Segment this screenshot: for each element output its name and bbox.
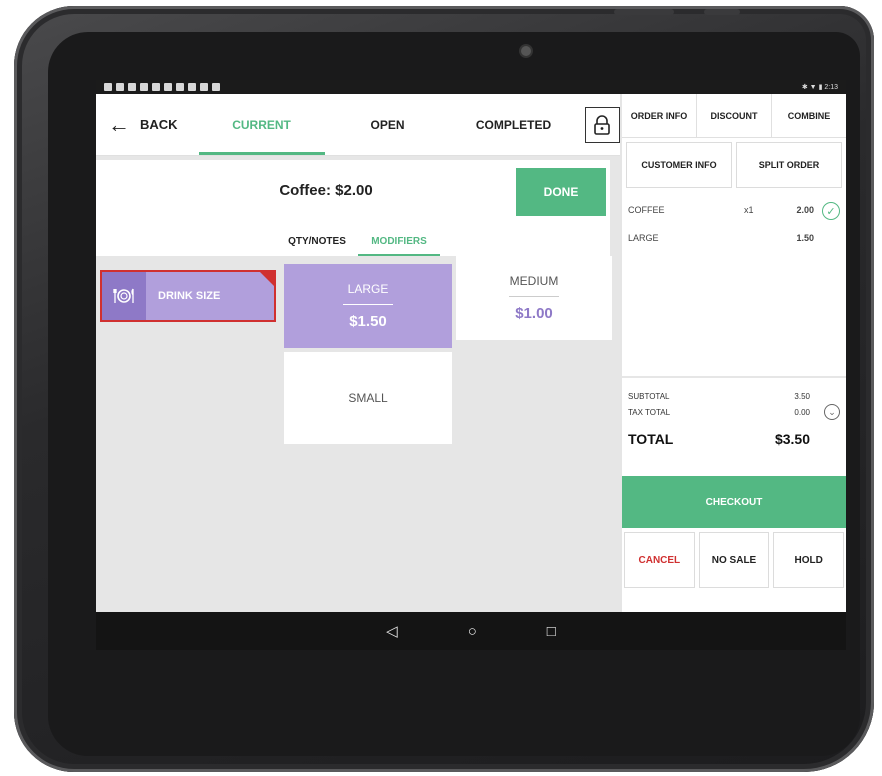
- split-order-button[interactable]: SPLIT ORDER: [736, 142, 842, 188]
- category-drink-size[interactable]: DRINK SIZE: [100, 270, 276, 322]
- status-right: ✱ ▼ ▮ 2:13: [802, 83, 838, 91]
- modifier-small[interactable]: SMALL: [284, 352, 452, 444]
- divider: [343, 304, 393, 305]
- modifier-medium[interactable]: MEDIUM $1.00: [456, 256, 612, 340]
- wifi-icon: ▼: [809, 84, 817, 91]
- power-button: [704, 9, 740, 15]
- tab-completed[interactable]: COMPLETED: [451, 94, 577, 155]
- total-row: TOTAL $3.50: [628, 420, 840, 450]
- modifier-price: $1.50: [349, 313, 387, 330]
- order-summary: ORDER INFO DISCOUNT COMBINE CUSTOMER INF…: [622, 94, 846, 612]
- utensils-icon: [102, 272, 146, 320]
- warning-icon: [152, 83, 160, 91]
- modifier-price: $1.00: [515, 305, 553, 322]
- tab-combine[interactable]: COMBINE: [772, 94, 846, 137]
- app-icon: [212, 83, 220, 91]
- bluetooth-icon: ✱: [801, 84, 808, 91]
- order-actions: CANCEL NO SALE HOLD: [622, 532, 846, 588]
- volume-button: [614, 9, 674, 15]
- order-line[interactable]: LARGE 1.50: [628, 224, 840, 252]
- item-title: Coffee: $2.00: [279, 182, 373, 199]
- order-line[interactable]: COFFEE x1 2.00: [628, 196, 840, 224]
- back-label: BACK: [140, 117, 178, 132]
- app-icon: [140, 83, 148, 91]
- app-icon: [176, 83, 184, 91]
- back-triangle-icon[interactable]: ◁: [386, 622, 398, 640]
- checkout-button[interactable]: CHECKOUT: [622, 476, 846, 528]
- subtotal-row: SUBTOTAL 3.50: [628, 388, 840, 404]
- lock-icon: [594, 114, 611, 135]
- order-tabs: ORDER INFO DISCOUNT COMBINE: [622, 94, 846, 138]
- download-icon: [116, 83, 124, 91]
- app-icon: [200, 83, 208, 91]
- category-label: DRINK SIZE: [158, 290, 221, 302]
- order-editor: ← BACK CURRENT OPEN COMPLETED Coffee: $2…: [96, 94, 620, 612]
- line-name: LARGE: [628, 233, 659, 243]
- app-icon: [164, 83, 172, 91]
- top-nav: ← BACK CURRENT OPEN COMPLETED: [96, 94, 620, 156]
- modifier-name: LARGE: [347, 282, 389, 296]
- clock: 2:13: [824, 84, 838, 91]
- order-buttons: CUSTOMER INFO SPLIT ORDER: [622, 138, 846, 192]
- totals: SUBTOTAL 3.50 TAX TOTAL 0.00 TOTAL $3.50…: [622, 378, 846, 460]
- item-panel: Coffee: $2.00 DONE QTY/NOTES MODIFIERS: [96, 160, 610, 256]
- item-subtabs: QTY/NOTES MODIFIERS: [276, 232, 440, 256]
- total-label: TOTAL: [628, 431, 674, 447]
- system-nav-bar: ◁ ○ □: [96, 612, 846, 650]
- selected-corner: [259, 271, 275, 287]
- tax-value: 0.00: [794, 407, 810, 417]
- chevron-down-icon[interactable]: ⌄: [824, 404, 840, 420]
- line-amount: 1.50: [796, 233, 814, 243]
- home-circle-icon[interactable]: ○: [468, 623, 477, 640]
- no-sale-button[interactable]: NO SALE: [698, 532, 770, 588]
- notification-icon: [104, 83, 112, 91]
- tab-order-info[interactable]: ORDER INFO: [622, 94, 697, 137]
- tab-discount[interactable]: DISCOUNT: [697, 94, 772, 137]
- customer-info-button[interactable]: CUSTOMER INFO: [626, 142, 732, 188]
- arrow-left-icon: ←: [108, 111, 130, 137]
- status-bar: ✱ ▼ ▮ 2:13: [96, 80, 846, 94]
- hold-button[interactable]: HOLD: [773, 532, 845, 588]
- front-camera: [521, 46, 531, 56]
- gallery-icon: [128, 83, 136, 91]
- subtotal-label: SUBTOTAL: [628, 391, 670, 401]
- tab-current[interactable]: CURRENT: [198, 94, 325, 155]
- modifier-large[interactable]: LARGE $1.50: [284, 264, 452, 348]
- lock-button[interactable]: [584, 106, 620, 143]
- modifier-name: MEDIUM: [509, 274, 559, 288]
- divider: [509, 296, 559, 297]
- subtotal-value: 3.50: [794, 391, 810, 401]
- total-value: $3.50: [774, 431, 810, 447]
- back-button[interactable]: ← BACK: [96, 94, 199, 155]
- screen: ✱ ▼ ▮ 2:13 ← BACK CURRENT OPEN COMPLETED: [96, 80, 846, 650]
- check-circle-icon[interactable]: ✓: [822, 202, 840, 220]
- battery-icon: ▮: [818, 84, 823, 91]
- tax-row: TAX TOTAL 0.00: [628, 404, 840, 420]
- tab-open[interactable]: OPEN: [325, 94, 451, 155]
- line-qty: x1: [744, 205, 754, 215]
- tab-qty-notes[interactable]: QTY/NOTES: [276, 232, 358, 256]
- tab-modifiers[interactable]: MODIFIERS: [358, 232, 440, 256]
- line-name: COFFEE: [628, 205, 665, 215]
- order-lines: COFFEE x1 2.00 LARGE 1.50 ✓: [622, 192, 846, 378]
- modifier-name: SMALL: [348, 391, 388, 405]
- notification-icons: [104, 83, 220, 91]
- recents-square-icon[interactable]: □: [547, 623, 556, 640]
- done-button[interactable]: DONE: [516, 168, 606, 216]
- cancel-button[interactable]: CANCEL: [624, 532, 695, 588]
- line-amount: 2.00: [796, 205, 814, 215]
- tax-label: TAX TOTAL: [628, 407, 671, 417]
- app-icon: [188, 83, 196, 91]
